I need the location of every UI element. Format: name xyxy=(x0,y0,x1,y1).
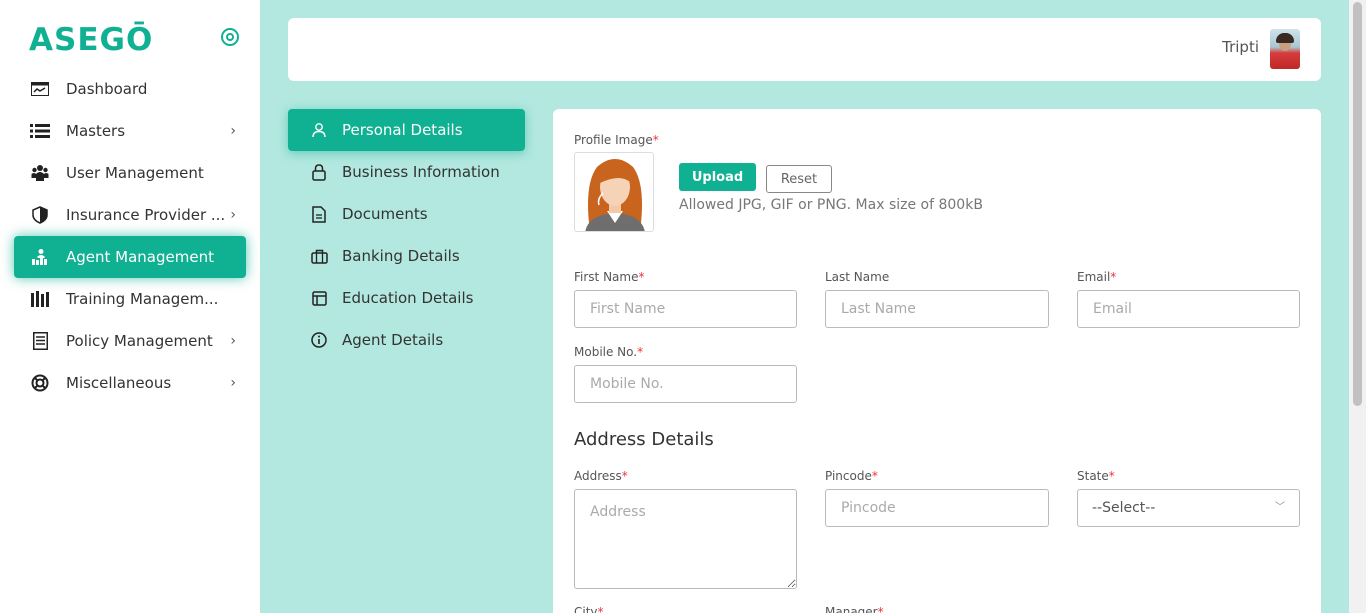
reset-button[interactable]: Reset xyxy=(766,165,832,193)
briefcase-icon xyxy=(310,247,328,265)
sidebar-item-label: Masters xyxy=(66,122,126,140)
tab-education-details[interactable]: Education Details xyxy=(288,277,525,319)
page-scrollbar[interactable] xyxy=(1349,0,1366,613)
address-field[interactable] xyxy=(574,489,797,589)
personal-details-form: Profile Image* Upload Reset Allowed JPG,… xyxy=(553,109,1321,613)
sidebar-toggle-icon[interactable] xyxy=(221,28,239,46)
sidebar-item-label: User Management xyxy=(66,164,204,182)
address-label: Address* xyxy=(574,469,628,483)
sidebar-item-policy-management[interactable]: Policy Management › xyxy=(14,320,246,362)
brand-logo[interactable]: ASEGŌ xyxy=(29,22,153,58)
sidebar-item-masters[interactable]: Masters › xyxy=(14,110,246,152)
chevron-right-icon: › xyxy=(230,333,236,349)
tab-label: Agent Details xyxy=(342,331,444,349)
state-label: State* xyxy=(1077,469,1115,483)
chevron-right-icon: › xyxy=(230,207,236,223)
state-select-value: --Select-- xyxy=(1092,500,1156,516)
upload-button[interactable]: Upload xyxy=(679,163,756,191)
pincode-field[interactable] xyxy=(825,489,1049,527)
tab-label: Education Details xyxy=(342,289,474,307)
dashboard-icon xyxy=(30,79,50,99)
chevron-right-icon: › xyxy=(230,123,236,139)
users-icon xyxy=(30,163,50,183)
sidebar-nav: Dashboard Masters › User Management Insu… xyxy=(14,68,246,404)
chevron-right-icon: › xyxy=(230,375,236,391)
sidebar-item-label: Training Managem... xyxy=(66,290,219,308)
tab-documents[interactable]: Documents xyxy=(288,193,525,235)
first-name-field[interactable] xyxy=(574,290,797,328)
info-icon xyxy=(310,331,328,349)
sidebar-item-insurance-provider[interactable]: Insurance Provider ... › xyxy=(14,194,246,236)
tab-personal-details[interactable]: Personal Details xyxy=(288,109,525,151)
email-field[interactable] xyxy=(1077,290,1300,328)
profile-image xyxy=(574,152,654,232)
sidebar-item-user-management[interactable]: User Management xyxy=(14,152,246,194)
books-icon xyxy=(30,289,50,309)
city-label: City* xyxy=(574,605,604,613)
user-icon xyxy=(310,121,328,139)
sidebar-item-dashboard[interactable]: Dashboard xyxy=(14,68,246,110)
scrollbar-thumb[interactable] xyxy=(1353,2,1362,406)
tab-agent-details[interactable]: Agent Details xyxy=(288,319,525,361)
tab-label: Personal Details xyxy=(342,121,463,139)
last-name-field[interactable] xyxy=(825,290,1049,328)
lifebuoy-icon xyxy=(30,373,50,393)
chevron-down-icon: ﹀ xyxy=(1275,502,1285,513)
address-section-title: Address Details xyxy=(574,429,714,450)
avatar[interactable] xyxy=(1270,29,1300,69)
mobile-field[interactable] xyxy=(574,365,797,403)
last-name-label: Last Name xyxy=(825,270,890,284)
user-name[interactable]: Tripti xyxy=(1222,38,1259,56)
shield-icon xyxy=(30,205,50,225)
list-icon xyxy=(30,121,50,141)
layout-icon xyxy=(310,289,328,307)
agent-icon xyxy=(30,247,50,267)
tab-label: Banking Details xyxy=(342,247,460,265)
sidebar: ASEGŌ Dashboard Masters › User Managemen… xyxy=(0,0,260,613)
top-header: Tripti xyxy=(288,18,1321,81)
state-select[interactable]: --Select-- ﹀ xyxy=(1077,489,1300,527)
tab-label: Business Information xyxy=(342,163,500,181)
file-icon xyxy=(310,205,328,223)
tab-business-information[interactable]: Business Information xyxy=(288,151,525,193)
sidebar-item-label: Insurance Provider ... xyxy=(66,206,226,224)
tab-banking-details[interactable]: Banking Details xyxy=(288,235,525,277)
sidebar-item-label: Policy Management xyxy=(66,332,213,350)
manager-label: Manager* xyxy=(825,605,884,613)
upload-hint: Allowed JPG, GIF or PNG. Max size of 800… xyxy=(679,197,983,213)
profile-image-label: Profile Image* xyxy=(574,133,659,147)
sidebar-item-label: Miscellaneous xyxy=(66,374,172,392)
tab-label: Documents xyxy=(342,205,428,223)
sidebar-item-agent-management[interactable]: Agent Management xyxy=(14,236,246,278)
mobile-label: Mobile No.* xyxy=(574,345,644,359)
sidebar-item-training-management[interactable]: Training Managem... xyxy=(14,278,246,320)
first-name-label: First Name* xyxy=(574,270,645,284)
sidebar-item-label: Dashboard xyxy=(66,80,148,98)
sidebar-item-label: Agent Management xyxy=(66,248,214,266)
document-icon xyxy=(30,331,50,351)
email-label: Email* xyxy=(1077,270,1117,284)
profile-subtabs: Personal Details Business Information Do… xyxy=(288,109,525,361)
sidebar-item-miscellaneous[interactable]: Miscellaneous › xyxy=(14,362,246,404)
lock-icon xyxy=(310,163,328,181)
pincode-label: Pincode* xyxy=(825,469,878,483)
